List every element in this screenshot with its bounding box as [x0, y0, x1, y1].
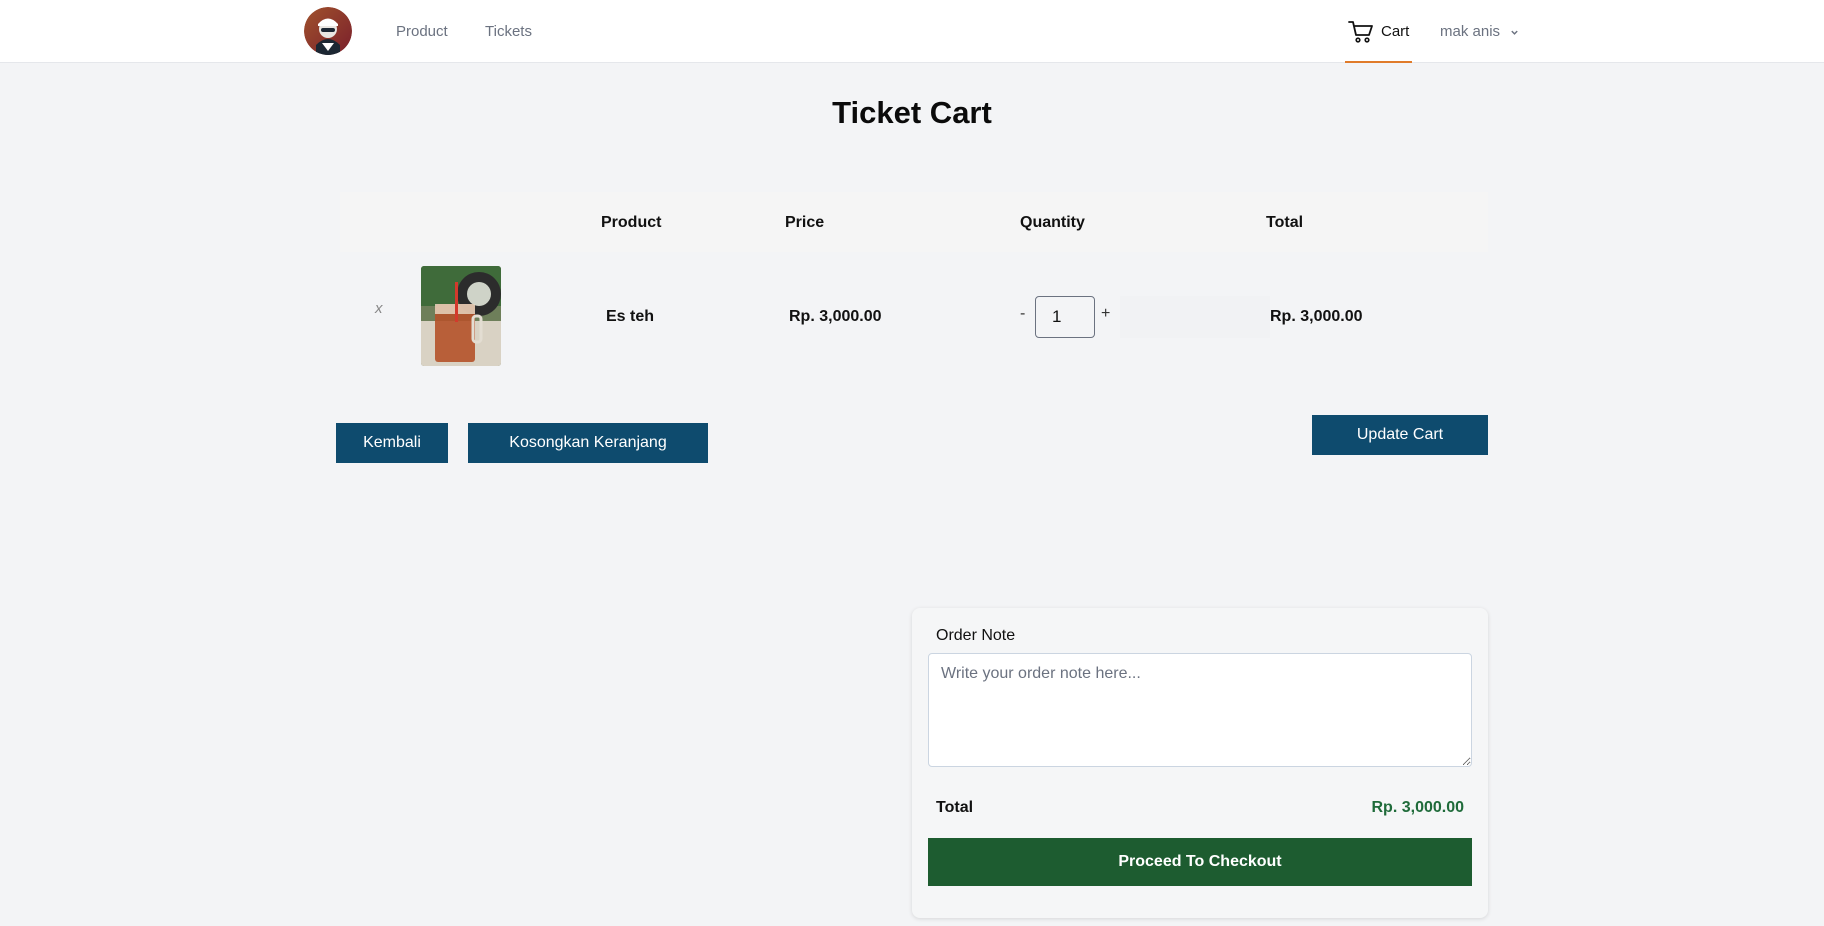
order-note-label: Order Note	[936, 627, 1016, 644]
back-button[interactable]: Kembali	[336, 423, 448, 463]
nav-product[interactable]: Product	[396, 23, 448, 40]
chevron-down-icon	[1511, 30, 1518, 35]
table-row: x Es teh Rp. 3,000.00 - + Rp. 3,000.00	[340, 260, 1488, 370]
cart-label: Cart	[1381, 23, 1410, 40]
header-price: Price	[785, 214, 825, 231]
quantity-decrease-button[interactable]: -	[1020, 305, 1025, 323]
update-cart-button[interactable]: Update Cart	[1312, 415, 1488, 455]
clear-cart-button[interactable]: Kosongkan Keranjang	[468, 423, 708, 463]
quantity-input[interactable]	[1035, 296, 1095, 338]
cell-product-name: Es teh	[606, 308, 655, 325]
brand-logo[interactable]	[304, 7, 352, 55]
summary-total-value: Rp. 3,000.00	[1371, 799, 1465, 816]
quantity-increase-button[interactable]: +	[1101, 305, 1110, 323]
order-note-input[interactable]	[928, 653, 1472, 767]
proceed-to-checkout-button[interactable]: Proceed To Checkout	[928, 838, 1472, 886]
page-title: Ticket Cart	[832, 95, 992, 130]
order-summary-card: Order Note Total Rp. 3,000.00 Proceed To…	[912, 608, 1488, 918]
header-product: Product	[601, 214, 662, 231]
remove-item-button[interactable]: x	[375, 300, 383, 317]
nav-tickets[interactable]: Tickets	[485, 23, 532, 40]
nav-cart[interactable]: Cart	[1345, 0, 1412, 63]
header-total: Total	[1266, 214, 1304, 231]
cell-total: Rp. 3,000.00	[1270, 308, 1363, 325]
cart-icon	[1348, 21, 1373, 43]
cell-price: Rp. 3,000.00	[789, 308, 882, 325]
navbar: Product Tickets Cart mak anis	[0, 0, 1824, 63]
quantity-field-background	[1120, 296, 1270, 338]
summary-total-label: Total	[936, 799, 974, 816]
user-menu[interactable]: mak anis	[1440, 23, 1519, 40]
user-name: mak anis	[1440, 23, 1501, 40]
quantity-stepper: - +	[1020, 296, 1270, 338]
cart-table-header: Product Price Quantity Total	[340, 192, 1488, 252]
header-quantity: Quantity	[1020, 214, 1085, 231]
product-image	[421, 266, 501, 366]
